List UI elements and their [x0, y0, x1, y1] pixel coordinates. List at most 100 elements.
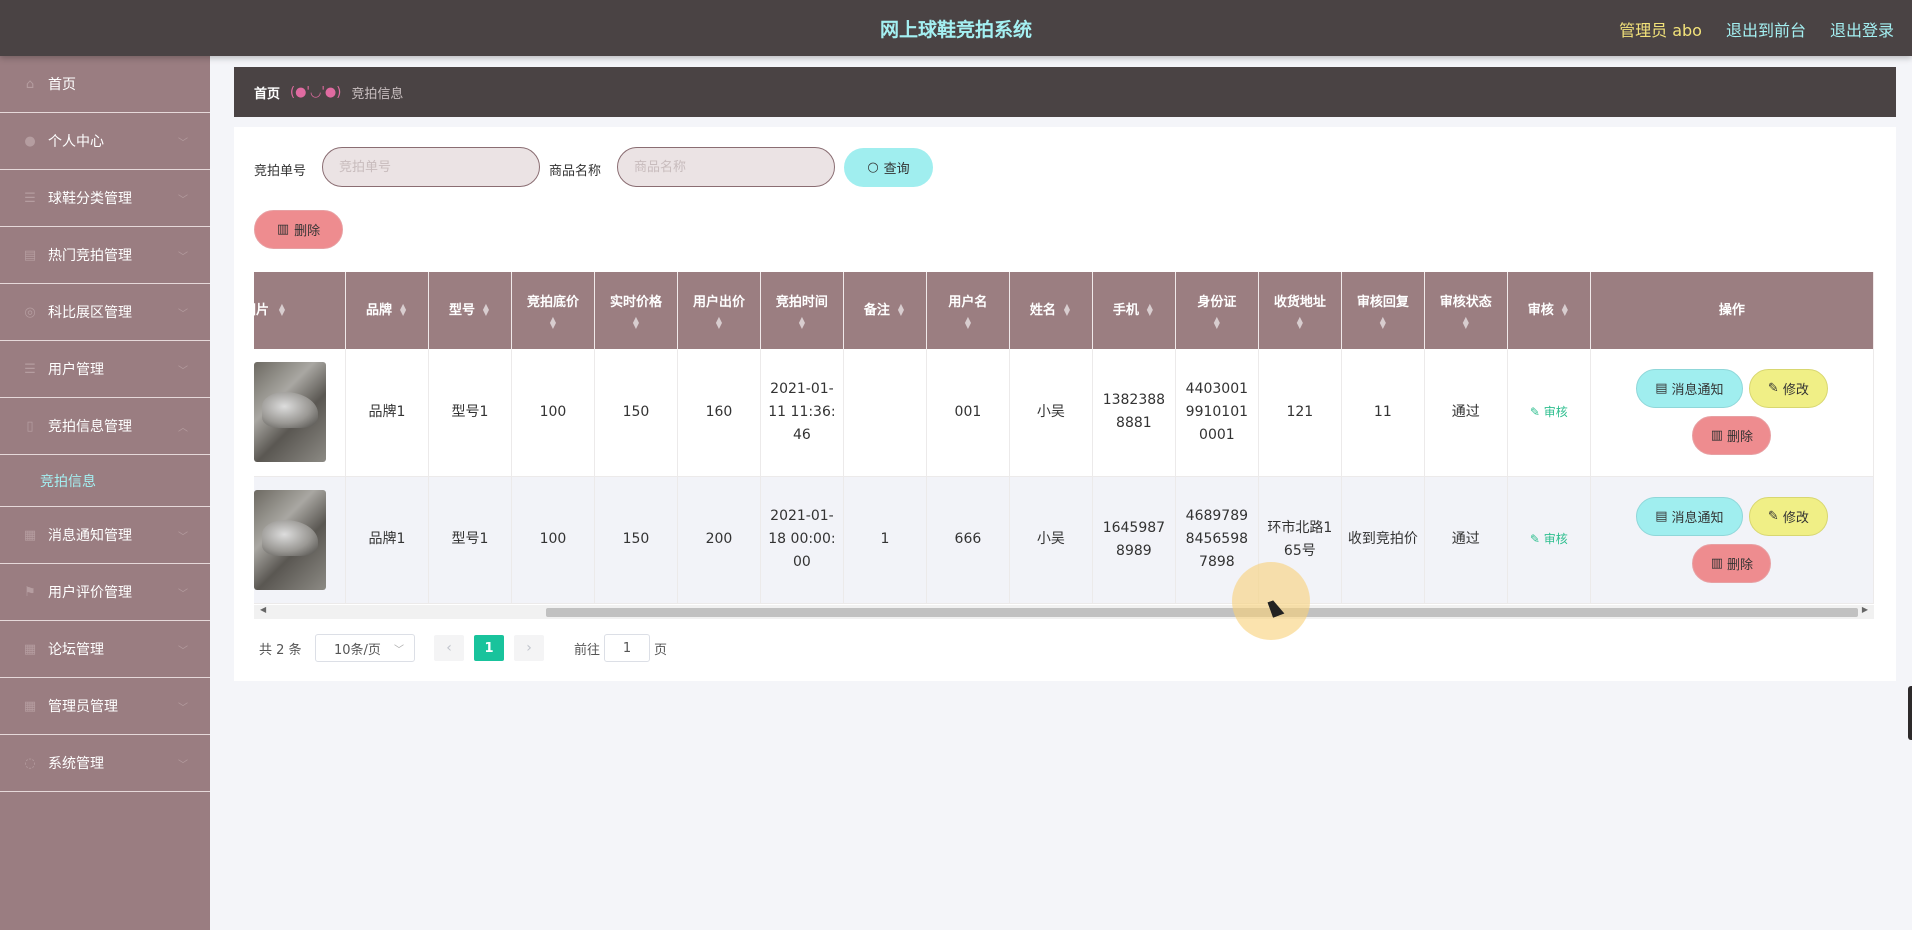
delete-button[interactable]: ▥ 删除	[1692, 416, 1772, 456]
pagination-total: 共 2 条	[259, 643, 302, 658]
sidebar-item-hot-auction[interactable]: ▤ 热门竞拍管理 ﹀	[0, 227, 210, 284]
sort-icon: ▲ ▼	[715, 314, 723, 330]
notify-button[interactable]: ▤ 消息通知	[1635, 496, 1743, 536]
chevron-down-icon: ﹀	[178, 251, 188, 263]
sidebar-item-label: 首页	[48, 77, 76, 93]
sidebar-item-system[interactable]: ◌ 系统管理 ﹀	[0, 735, 210, 792]
cell-current-price: 150	[594, 476, 678, 604]
sidebar: ⌂ 首页 ● 个人中心 ﹀ ☰ 球鞋分类管理 ﹀ ▤ 热门竞拍管理 ﹀ ◎ 科比…	[0, 56, 210, 930]
sidebar-item-kobe-zone[interactable]: ◎ 科比展区管理 ﹀	[0, 284, 210, 341]
product-name-input[interactable]	[617, 147, 835, 187]
sidebar-subitem-auction-info[interactable]: 竞拍信息	[0, 455, 210, 507]
col-header-model[interactable]: 型号 ▲ ▼	[428, 272, 512, 349]
sidebar-item-reviews[interactable]: ⚑ 用户评价管理 ﹀	[0, 564, 210, 621]
user-icon: ●	[24, 133, 36, 149]
doc-icon: ▤	[1655, 508, 1668, 524]
table-row: 品牌1 型号1 100 150 160 2021-01-11 11:36:46 …	[254, 349, 1874, 477]
sort-icon: ▲ ▼	[632, 314, 640, 330]
sort-icon: ▲ ▼	[964, 314, 971, 330]
sort-icon: ▲ ▼	[1063, 302, 1070, 317]
delete-button[interactable]: ▥ 删除	[1692, 543, 1772, 583]
col-header-time[interactable]: 竞拍时间 ▲ ▼	[760, 272, 844, 349]
cell-id-card: 440300199101010001	[1175, 349, 1259, 477]
cell-status: 通过	[1424, 476, 1508, 604]
col-header-brand[interactable]: 品牌 ▲ ▼	[345, 272, 429, 349]
audit-link[interactable]: ✎ 审核	[1530, 532, 1568, 546]
cell-remark	[843, 349, 927, 477]
cell-bid: 200	[677, 476, 761, 604]
col-header-address[interactable]: 收货地址 ▲ ▼	[1258, 272, 1342, 349]
sidebar-item-label: 热门竞拍管理	[48, 248, 132, 264]
col-header-id-card[interactable]: 身份证 ▲ ▼	[1175, 272, 1259, 349]
col-header-current-price[interactable]: 实时价格 ▲ ▼	[594, 272, 678, 349]
trash-icon: ▥	[1710, 428, 1724, 444]
col-header-bid[interactable]: 用户出价 ▲ ▼	[677, 272, 761, 349]
chevron-down-icon: ﹀	[178, 308, 188, 320]
sidebar-item-label: 竞拍信息管理	[48, 419, 132, 435]
cell-base-price: 100	[511, 476, 595, 604]
horizontal-scrollbar[interactable]: ◀ ▶	[254, 605, 1874, 619]
scroll-left-icon[interactable]: ◀	[260, 605, 266, 614]
cell-image	[254, 476, 347, 604]
order-no-input[interactable]	[322, 147, 540, 187]
sort-icon: ▲ ▼	[549, 314, 557, 330]
chevron-down-icon: ﹀	[178, 365, 188, 377]
sort-icon: ▲ ▼	[1561, 302, 1568, 317]
col-header-reply[interactable]: 审核回复 ▲ ▼	[1341, 272, 1425, 349]
col-header-name[interactable]: 姓名 ▲ ▼	[1009, 272, 1093, 349]
home-icon: ⌂	[25, 76, 35, 92]
sidebar-item-notifications[interactable]: ▦ 消息通知管理 ﹀	[0, 507, 210, 564]
chevron-right-icon: ›	[526, 640, 532, 656]
next-page-button[interactable]: ›	[514, 635, 544, 661]
table-header-row: 图片▲▼ 品牌▲▼ 型号▲▼ 竞拍底价▲▼ 实时价格▲▼ 用户出价▲▼ 竞拍时间…	[254, 272, 1874, 349]
breadcrumb-home[interactable]: 首页	[254, 83, 280, 102]
audit-link[interactable]: ✎ 审核	[1530, 405, 1568, 419]
page-number-current[interactable]: 1	[474, 635, 504, 661]
cell-phone: 16459878989	[1092, 476, 1176, 604]
query-button[interactable]: ○ 查询	[844, 148, 933, 187]
shoe-thumbnail[interactable]	[254, 362, 326, 463]
edit-icon: ✎	[1529, 404, 1544, 419]
notify-button[interactable]: ▤ 消息通知	[1635, 369, 1743, 409]
edit-icon: ✎	[1767, 381, 1779, 397]
col-header-phone[interactable]: 手机 ▲ ▼	[1092, 272, 1176, 349]
sidebar-item-forum[interactable]: ▦ 论坛管理 ﹀	[0, 621, 210, 678]
goto-page-input[interactable]	[604, 634, 650, 662]
sort-icon: ▲ ▼	[1146, 302, 1153, 317]
sort-icon: ▲ ▼	[1213, 314, 1220, 330]
scrollbar-thumb[interactable]	[546, 608, 1858, 617]
col-header-base-price[interactable]: 竞拍底价 ▲ ▼	[511, 272, 595, 349]
col-header-status[interactable]: 审核状态 ▲ ▼	[1424, 272, 1508, 349]
logout-link[interactable]: 退出登录	[1830, 17, 1894, 41]
goto-label: 前往	[574, 643, 601, 658]
col-header-audit[interactable]: 审核 ▲ ▼	[1507, 272, 1591, 349]
col-header-username[interactable]: 用户名 ▲ ▼	[926, 272, 1010, 349]
trash-icon: ▥	[1710, 555, 1724, 571]
page-size-select[interactable]: 10条/页 ﹀	[315, 634, 415, 662]
edit-button[interactable]: ✎ 修改	[1748, 496, 1828, 536]
prev-page-button[interactable]: ‹	[434, 635, 464, 661]
shoe-thumbnail[interactable]	[254, 489, 326, 590]
sidebar-item-admins[interactable]: ▦ 管理员管理 ﹀	[0, 678, 210, 735]
cell-reply: 收到竞拍价	[1341, 476, 1425, 604]
sidebar-item-auction-info[interactable]: ▯ 竞拍信息管理 ︿	[0, 398, 210, 455]
cell-reply: 11	[1341, 349, 1425, 477]
cell-current-price: 150	[594, 349, 678, 477]
col-header-image[interactable]: 图片▲▼	[254, 272, 347, 349]
cell-base-price: 100	[511, 349, 595, 477]
chevron-down-icon: ﹀	[178, 531, 188, 543]
sidebar-item-label: 论坛管理	[48, 642, 104, 658]
sidebar-item-home[interactable]: ⌂ 首页	[0, 56, 210, 113]
cell-name: 小吴	[1009, 476, 1093, 604]
exit-to-front-link[interactable]: 退出到前台	[1726, 17, 1806, 41]
col-header-remark[interactable]: 备注 ▲ ▼	[843, 272, 927, 349]
edit-button[interactable]: ✎ 修改	[1748, 369, 1828, 409]
sidebar-item-category[interactable]: ☰ 球鞋分类管理 ﹀	[0, 170, 210, 227]
scroll-right-icon[interactable]: ▶	[1862, 605, 1868, 614]
sort-icon: ▲ ▼	[278, 302, 286, 317]
edge-handle[interactable]	[1908, 686, 1912, 740]
sidebar-item-users[interactable]: ☰ 用户管理 ﹀	[0, 341, 210, 398]
sidebar-item-personal-center[interactable]: ● 个人中心 ﹀	[0, 113, 210, 170]
batch-delete-button[interactable]: ▥ 删除	[254, 210, 343, 249]
sort-icon: ▲ ▼	[482, 302, 490, 317]
